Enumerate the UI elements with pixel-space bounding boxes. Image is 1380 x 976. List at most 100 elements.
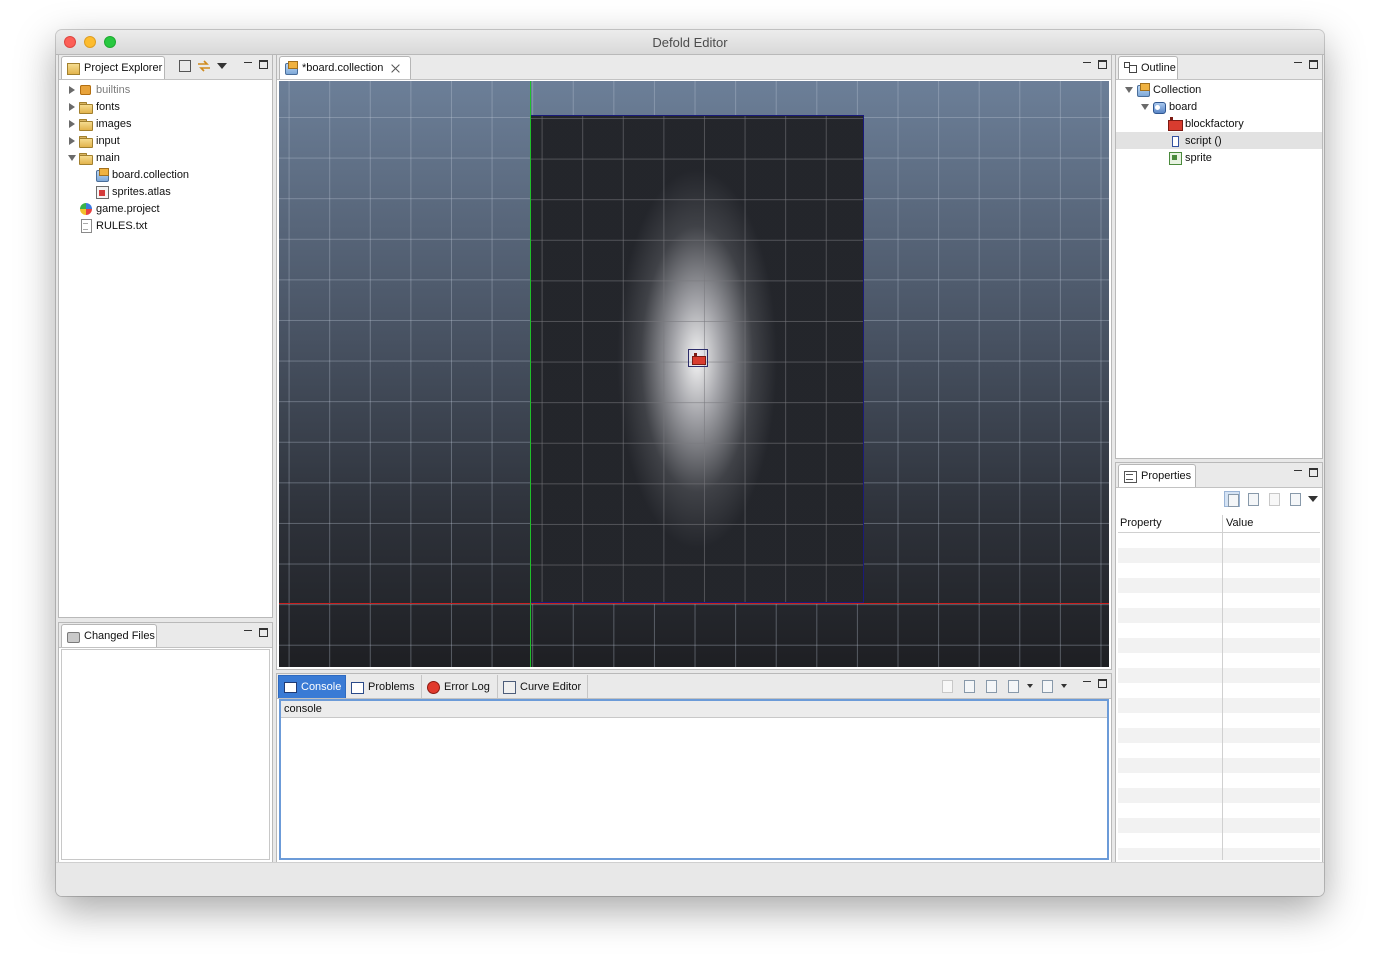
console-output[interactable]: console bbox=[279, 699, 1109, 860]
factory-marker-icon[interactable] bbox=[688, 349, 708, 367]
tree-item-label: fonts bbox=[96, 100, 120, 113]
properties-panel: Properties Property Value bbox=[1115, 462, 1323, 863]
maximize-icon[interactable] bbox=[1098, 678, 1107, 688]
factory-icon bbox=[1168, 116, 1183, 131]
minimize-icon[interactable] bbox=[243, 627, 253, 637]
tab-project-explorer[interactable]: Project Explorer bbox=[61, 56, 165, 79]
tab-outline[interactable]: Outline bbox=[1118, 56, 1178, 79]
tab-label: Problems bbox=[368, 680, 415, 693]
properties-icon bbox=[1123, 469, 1137, 483]
collection-icon bbox=[1136, 82, 1150, 97]
scroll-lock-icon[interactable] bbox=[961, 678, 977, 694]
tab-label: Curve Editor bbox=[520, 680, 582, 693]
tab-problems[interactable]: Problems bbox=[346, 675, 422, 698]
problems-icon bbox=[350, 680, 364, 694]
tab-label: Changed Files bbox=[84, 630, 155, 642]
maximize-icon[interactable] bbox=[259, 59, 268, 69]
expand-arrow-icon[interactable] bbox=[67, 119, 77, 129]
restore-default-icon[interactable] bbox=[1266, 491, 1282, 507]
open-console-menu-icon[interactable] bbox=[1061, 684, 1067, 688]
tree-item-label: input bbox=[96, 134, 120, 147]
maximize-icon[interactable] bbox=[1309, 59, 1318, 69]
pin-console-icon[interactable] bbox=[983, 678, 999, 694]
pin-properties-icon[interactable] bbox=[1287, 491, 1303, 507]
clear-console-icon[interactable] bbox=[939, 678, 955, 694]
scene-viewport[interactable] bbox=[279, 81, 1109, 667]
column-header-value: Value bbox=[1226, 517, 1254, 529]
project-explorer-panel: Project Explorer builtins fonts images inpu… bbox=[58, 54, 273, 618]
tree-item[interactable]: blockfactory bbox=[1116, 115, 1322, 132]
changed-files-panel: Changed Files bbox=[58, 622, 273, 863]
display-console-icon[interactable] bbox=[1005, 678, 1021, 694]
tree-item[interactable]: Collection bbox=[1116, 81, 1322, 98]
tree-item[interactable]: builtins bbox=[59, 81, 272, 98]
outline-panel: Outline Collection board blockfactory scrip… bbox=[1115, 54, 1323, 459]
column-header-property: Property bbox=[1120, 517, 1162, 529]
tree-item[interactable]: script () bbox=[1116, 132, 1322, 149]
x-axis-line bbox=[279, 603, 1109, 604]
view-menu-icon[interactable] bbox=[217, 63, 227, 69]
tree-item[interactable]: board.collection bbox=[59, 166, 272, 183]
maximize-icon[interactable] bbox=[1098, 59, 1107, 69]
open-console-icon[interactable] bbox=[1039, 678, 1055, 694]
window-title: Defold Editor bbox=[652, 35, 728, 50]
collapse-arrow-icon[interactable] bbox=[67, 153, 77, 163]
bottom-panel: Console Problems Error Log Curve Editor con… bbox=[276, 673, 1112, 863]
show-advanced-icon[interactable] bbox=[1245, 491, 1261, 507]
tree-item-label: blockfactory bbox=[1185, 117, 1244, 130]
console-name-label: console bbox=[281, 701, 1107, 718]
changed-files-list bbox=[61, 649, 270, 860]
tab-curve-editor[interactable]: Curve Editor bbox=[498, 675, 588, 698]
link-with-editor-icon[interactable] bbox=[197, 60, 211, 72]
tree-item-label: builtins bbox=[96, 83, 131, 96]
tree-item-label: board.collection bbox=[112, 168, 190, 181]
expand-arrow-icon[interactable] bbox=[67, 102, 77, 112]
minimize-icon[interactable] bbox=[1293, 467, 1303, 477]
tree-item[interactable]: game.project bbox=[59, 200, 272, 217]
y-axis-line bbox=[530, 81, 531, 667]
minimize-icon[interactable] bbox=[1293, 59, 1303, 69]
sprite-icon bbox=[1168, 151, 1182, 165]
collapse-arrow-icon[interactable] bbox=[1140, 102, 1150, 112]
tree-item-label: script () bbox=[1185, 134, 1222, 147]
status-bar bbox=[56, 862, 1324, 896]
title-bar: Defold Editor bbox=[56, 30, 1324, 55]
tree-item[interactable]: RULES.txt bbox=[59, 217, 272, 234]
expand-arrow-icon[interactable] bbox=[67, 85, 77, 95]
folder-icon bbox=[79, 102, 93, 114]
collapse-all-icon[interactable] bbox=[179, 60, 191, 72]
expand-arrow-icon[interactable] bbox=[67, 136, 77, 146]
collection-icon bbox=[284, 61, 298, 75]
collapse-arrow-icon[interactable] bbox=[1124, 85, 1134, 95]
tab-label: Error Log bbox=[444, 680, 490, 693]
show-categories-icon[interactable] bbox=[1224, 491, 1240, 507]
properties-menu-icon[interactable] bbox=[1308, 496, 1318, 502]
maximize-icon[interactable] bbox=[1309, 467, 1318, 477]
script-icon bbox=[1168, 134, 1182, 148]
tab-properties[interactable]: Properties bbox=[1118, 464, 1196, 487]
tree-item[interactable]: fonts bbox=[59, 98, 272, 115]
outline-icon bbox=[1123, 61, 1137, 75]
changed-files-icon bbox=[66, 629, 80, 643]
close-tab-icon[interactable] bbox=[391, 64, 400, 73]
maximize-icon[interactable] bbox=[259, 627, 268, 637]
minimize-icon[interactable] bbox=[1082, 678, 1092, 688]
tree-item[interactable]: input bbox=[59, 132, 272, 149]
console-icon bbox=[283, 680, 297, 694]
tree-item[interactable]: sprite bbox=[1116, 149, 1322, 166]
tab-console[interactable]: Console bbox=[278, 675, 346, 698]
tab-error-log[interactable]: Error Log bbox=[422, 675, 498, 698]
project-tree: builtins fonts images input main board.collec… bbox=[59, 80, 272, 617]
folder-open-icon bbox=[79, 153, 93, 165]
error-log-icon bbox=[426, 680, 440, 694]
tab-board-collection[interactable]: *board.collection bbox=[279, 56, 411, 79]
minimize-icon[interactable] bbox=[1082, 59, 1092, 69]
minimize-icon[interactable] bbox=[243, 59, 253, 69]
tree-item[interactable]: main bbox=[59, 149, 272, 166]
tree-item[interactable]: board bbox=[1116, 98, 1322, 115]
tree-item[interactable]: sprites.atlas bbox=[59, 183, 272, 200]
display-console-menu-icon[interactable] bbox=[1027, 684, 1033, 688]
tab-changed-files[interactable]: Changed Files bbox=[61, 624, 157, 647]
tree-item[interactable]: images bbox=[59, 115, 272, 132]
editor-tab-label: *board.collection bbox=[302, 62, 384, 74]
